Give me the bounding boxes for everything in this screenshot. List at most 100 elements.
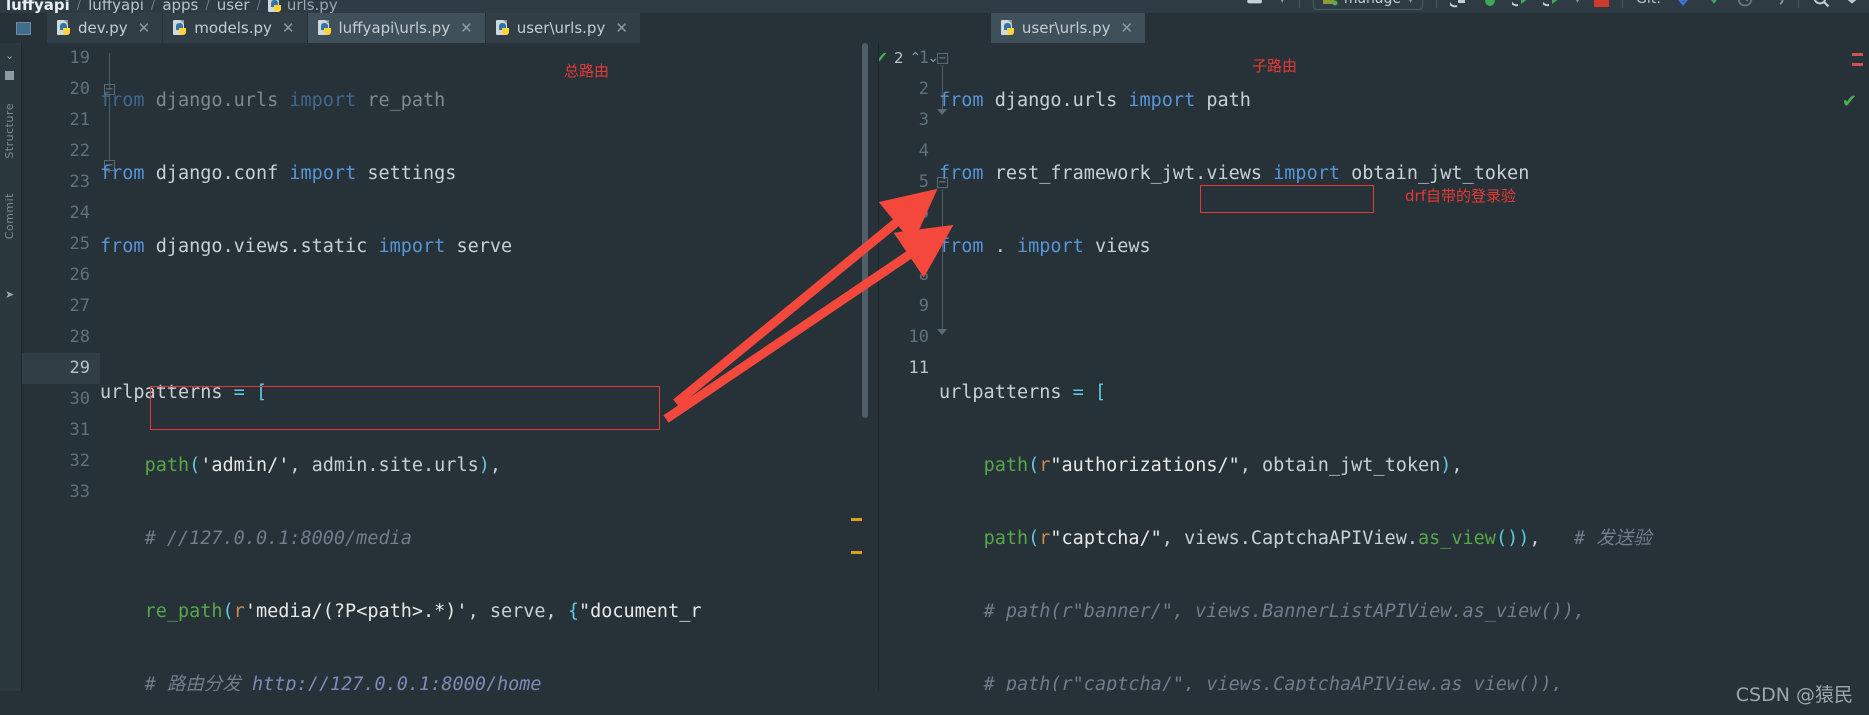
inspection-ok-icon: ✔ — [879, 48, 888, 67]
code-content-left[interactable]: from django.urls import re_path from dja… — [100, 43, 702, 715]
toolbar-divider — [1798, 0, 1799, 8]
editor-area: ⌄ Structure Commit ➤ ⋮ 19 20 21 22 23 24… — [0, 43, 1869, 715]
run-icon[interactable] — [1450, 0, 1468, 8]
commit-rail-label[interactable]: Commit — [3, 193, 16, 239]
commit-icon[interactable] — [1705, 0, 1723, 8]
main-toolbar: ▾ manage ▾ ▾ Git: — [1244, 0, 1869, 14]
python-file-icon — [317, 20, 332, 36]
history-icon[interactable] — [1736, 0, 1754, 8]
close-icon[interactable]: ✕ — [615, 20, 628, 36]
breadcrumb-item-4-label: urls.py — [286, 0, 338, 14]
breadcrumb-item-3[interactable]: user — [217, 0, 250, 14]
ok-count: 2 — [893, 48, 904, 67]
line-number-gutter-left: 19 20 21 22 23 24 25 26 27 28 29 30 31 3… — [22, 43, 100, 715]
python-file-icon — [267, 0, 282, 13]
line-number: 26 — [69, 265, 90, 285]
breadcrumb-separator: / — [205, 0, 210, 13]
stop-icon[interactable] — [1594, 0, 1610, 7]
tab-models-py[interactable]: models.py ✕ — [163, 13, 308, 43]
tab-bar-spacer — [640, 13, 991, 43]
tab-dev-py[interactable]: dev.py ✕ — [47, 13, 164, 43]
tab-label: models.py — [194, 19, 272, 37]
code-line: from rest_framework_jwt.views import obt… — [939, 163, 1530, 184]
code-line: from . import views — [939, 236, 1151, 257]
previous-problem-icon[interactable]: ⌃ — [910, 50, 922, 66]
run-configuration-selector[interactable]: manage ▾ — [1312, 0, 1424, 10]
structure-icon[interactable] — [5, 71, 14, 80]
close-icon[interactable]: ✕ — [282, 20, 295, 36]
cloud-icon[interactable] — [1244, 0, 1266, 6]
next-problem-icon[interactable]: ⌄ — [927, 50, 939, 66]
code-line: from django.views.static import serve — [100, 236, 513, 257]
revert-icon[interactable] — [1767, 0, 1785, 8]
tab-label: dev.py — [78, 19, 128, 37]
breadcrumb-separator: / — [256, 0, 261, 13]
editor-tab-bar: dev.py ✕ models.py ✕ luffyapi\urls.py ✕ … — [0, 13, 1869, 43]
breadcrumb-separator: / — [150, 0, 156, 13]
run-with-coverage-icon[interactable] — [1512, 0, 1530, 8]
python-file-icon — [173, 20, 187, 36]
breadcrumb-item-1[interactable]: luffyapi — [88, 0, 144, 14]
breadcrumb-separator: / — [76, 0, 82, 13]
code-line: re_path(r'media/(?P<path>.*)', serve, {"… — [144, 601, 702, 622]
code-line: from django.urls import path — [939, 90, 1251, 111]
scrollbar-thumb[interactable] — [862, 43, 868, 418]
close-icon[interactable]: ✕ — [138, 20, 151, 36]
toolbar-dropdown-chevron-icon[interactable]: ▾ — [1279, 0, 1286, 7]
run-configuration-label: manage — [1344, 0, 1401, 7]
inspection-widget[interactable]: 4 ✔ 2 ⌃ ⌄ — [879, 48, 939, 67]
close-icon[interactable]: ✕ — [1121, 20, 1134, 36]
tab-label: user\urls.py — [516, 19, 606, 37]
code-line: from django.urls import re_path — [100, 90, 446, 111]
breadcrumb-item-2[interactable]: apps — [162, 0, 198, 14]
breadcrumb-item-4[interactable]: urls.py — [267, 0, 338, 14]
breadcrumb-item-0[interactable]: luffyapi — [6, 0, 70, 14]
warning-stripe-marker[interactable] — [851, 518, 862, 521]
profile-icon[interactable] — [1543, 0, 1561, 8]
line-number: 23 — [69, 172, 90, 192]
bottom-strip — [0, 691, 1869, 715]
expand-rail-icon[interactable]: ➤ — [5, 288, 14, 301]
warning-stripe-marker[interactable] — [851, 551, 862, 554]
collapse-all-icon[interactable]: ⌄ — [5, 49, 14, 62]
structure-rail-label[interactable]: Structure — [3, 103, 16, 159]
tab-label: user\urls.py — [1021, 19, 1111, 37]
line-number: 2 — [918, 79, 929, 99]
tab-user-urls-py[interactable]: user\urls.py ✕ — [485, 13, 641, 43]
line-number: 7 — [918, 234, 929, 254]
debug-icon[interactable] — [1481, 0, 1499, 8]
left-tool-rail: ⌄ Structure Commit ➤ ⋮ — [0, 43, 22, 715]
tab-luffyapi-urls-py[interactable]: luffyapi\urls.py ✕ — [307, 13, 486, 43]
code-line: urlpatterns = [ — [939, 382, 1107, 403]
code-line: # //127.0.0.1:8000/media — [144, 528, 412, 549]
tab-user-urls-py-right[interactable]: user\urls.py ✕ — [990, 13, 1147, 43]
more-run-options-chevron-icon[interactable]: ▾ — [1574, 0, 1581, 7]
line-number: 20 — [69, 79, 90, 99]
tab-bar-left-gutter — [0, 13, 47, 43]
line-number: 27 — [69, 296, 90, 316]
django-run-icon — [1322, 0, 1338, 6]
error-stripe-marker[interactable] — [1852, 63, 1863, 66]
update-project-icon[interactable] — [1674, 0, 1692, 8]
line-number: 5 — [918, 172, 929, 192]
line-number: 32 — [69, 451, 90, 471]
code-content-right[interactable]: from django.urls import path from rest_f… — [939, 43, 1652, 715]
toolbar-divider — [1622, 0, 1624, 8]
line-number: 25 — [69, 234, 90, 254]
pycharm-window: luffyapi / luffyapi / apps / user / urls… — [0, 0, 1869, 715]
line-number: 31 — [69, 420, 90, 440]
file-status-ok-icon: ✔ — [1841, 91, 1857, 112]
tab-label: luffyapi\urls.py — [338, 19, 451, 37]
close-icon[interactable]: ✕ — [460, 20, 473, 36]
settings-icon[interactable] — [1843, 0, 1861, 8]
search-icon[interactable] — [1812, 0, 1830, 8]
editor-pane-right[interactable]: 4 ✔ 2 ⌃ ⌄ ✔ 1 2 3 4 5 6 7 8 9 10 11 — [878, 43, 1869, 715]
error-stripe-marker[interactable] — [1852, 53, 1863, 56]
code-line: path('admin/', admin.site.urls), — [144, 455, 502, 476]
editor-scrollbar-left[interactable] — [851, 43, 868, 715]
editor-pane-left[interactable]: ⌄ Structure Commit ➤ ⋮ 19 20 21 22 23 24… — [0, 43, 878, 715]
project-window-icon[interactable] — [16, 21, 31, 35]
line-number: 24 — [69, 203, 90, 223]
